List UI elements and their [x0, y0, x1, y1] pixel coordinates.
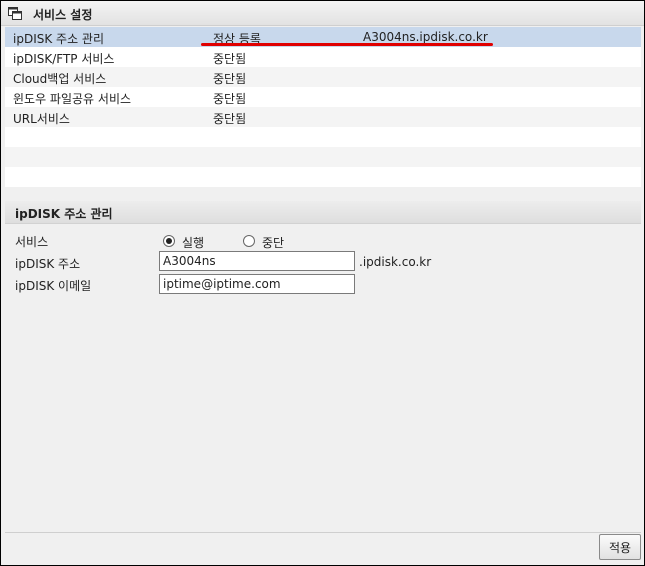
radio-stop[interactable]	[243, 235, 255, 247]
section-header: ipDISK 주소 관리	[5, 201, 641, 224]
email-label: ipDISK 이메일	[15, 279, 92, 293]
ipdisk-address-input[interactable]	[159, 251, 355, 271]
apply-button[interactable]: 적용	[599, 534, 641, 560]
address-suffix: .ipdisk.co.kr	[359, 255, 432, 269]
service-name: ipDISK 주소 관리	[13, 32, 105, 46]
service-status: 중단됨	[213, 72, 247, 86]
footer-divider	[5, 532, 641, 533]
service-status: 중단됨	[213, 92, 247, 106]
empty-row	[5, 167, 641, 187]
service-name: URL서비스	[13, 112, 70, 126]
radio-run-label[interactable]: 실행	[182, 234, 204, 251]
page-title: 서비스 설정	[33, 8, 93, 22]
radio-stop-label[interactable]: 중단	[262, 234, 284, 251]
service-row-windows-share[interactable]: 윈도우 파일공유 서비스 중단됨	[5, 87, 641, 107]
service-row-cloud-backup[interactable]: Cloud백업 서비스 중단됨	[5, 67, 641, 87]
empty-row	[5, 127, 641, 147]
service-table: ipDISK 주소 관리 정상 등록 A3004ns.ipdisk.co.kr …	[5, 27, 641, 187]
service-status: 중단됨	[213, 112, 247, 126]
service-name: ipDISK/FTP 서비스	[13, 52, 115, 66]
ipdisk-email-input[interactable]	[159, 274, 355, 294]
section-title: ipDISK 주소 관리	[15, 207, 113, 221]
title-bar: 서비스 설정	[1, 1, 644, 26]
service-status: 중단됨	[213, 52, 247, 66]
window-restore-icon	[8, 7, 22, 20]
highlight-underline	[201, 43, 493, 46]
service-row-url[interactable]: URL서비스 중단됨	[5, 107, 641, 127]
service-label: 서비스	[15, 235, 49, 249]
empty-row	[5, 147, 641, 167]
address-label: ipDISK 주소	[15, 257, 81, 271]
service-settings-window: 서비스 설정 ipDISK 주소 관리 정상 등록 A3004ns.ipdisk…	[0, 0, 645, 566]
service-name: 윈도우 파일공유 서비스	[13, 92, 132, 106]
service-address: A3004ns.ipdisk.co.kr	[363, 30, 488, 44]
radio-run[interactable]	[163, 235, 175, 247]
service-row-ipdisk-ftp[interactable]: ipDISK/FTP 서비스 중단됨	[5, 47, 641, 67]
service-name: Cloud백업 서비스	[13, 72, 107, 86]
